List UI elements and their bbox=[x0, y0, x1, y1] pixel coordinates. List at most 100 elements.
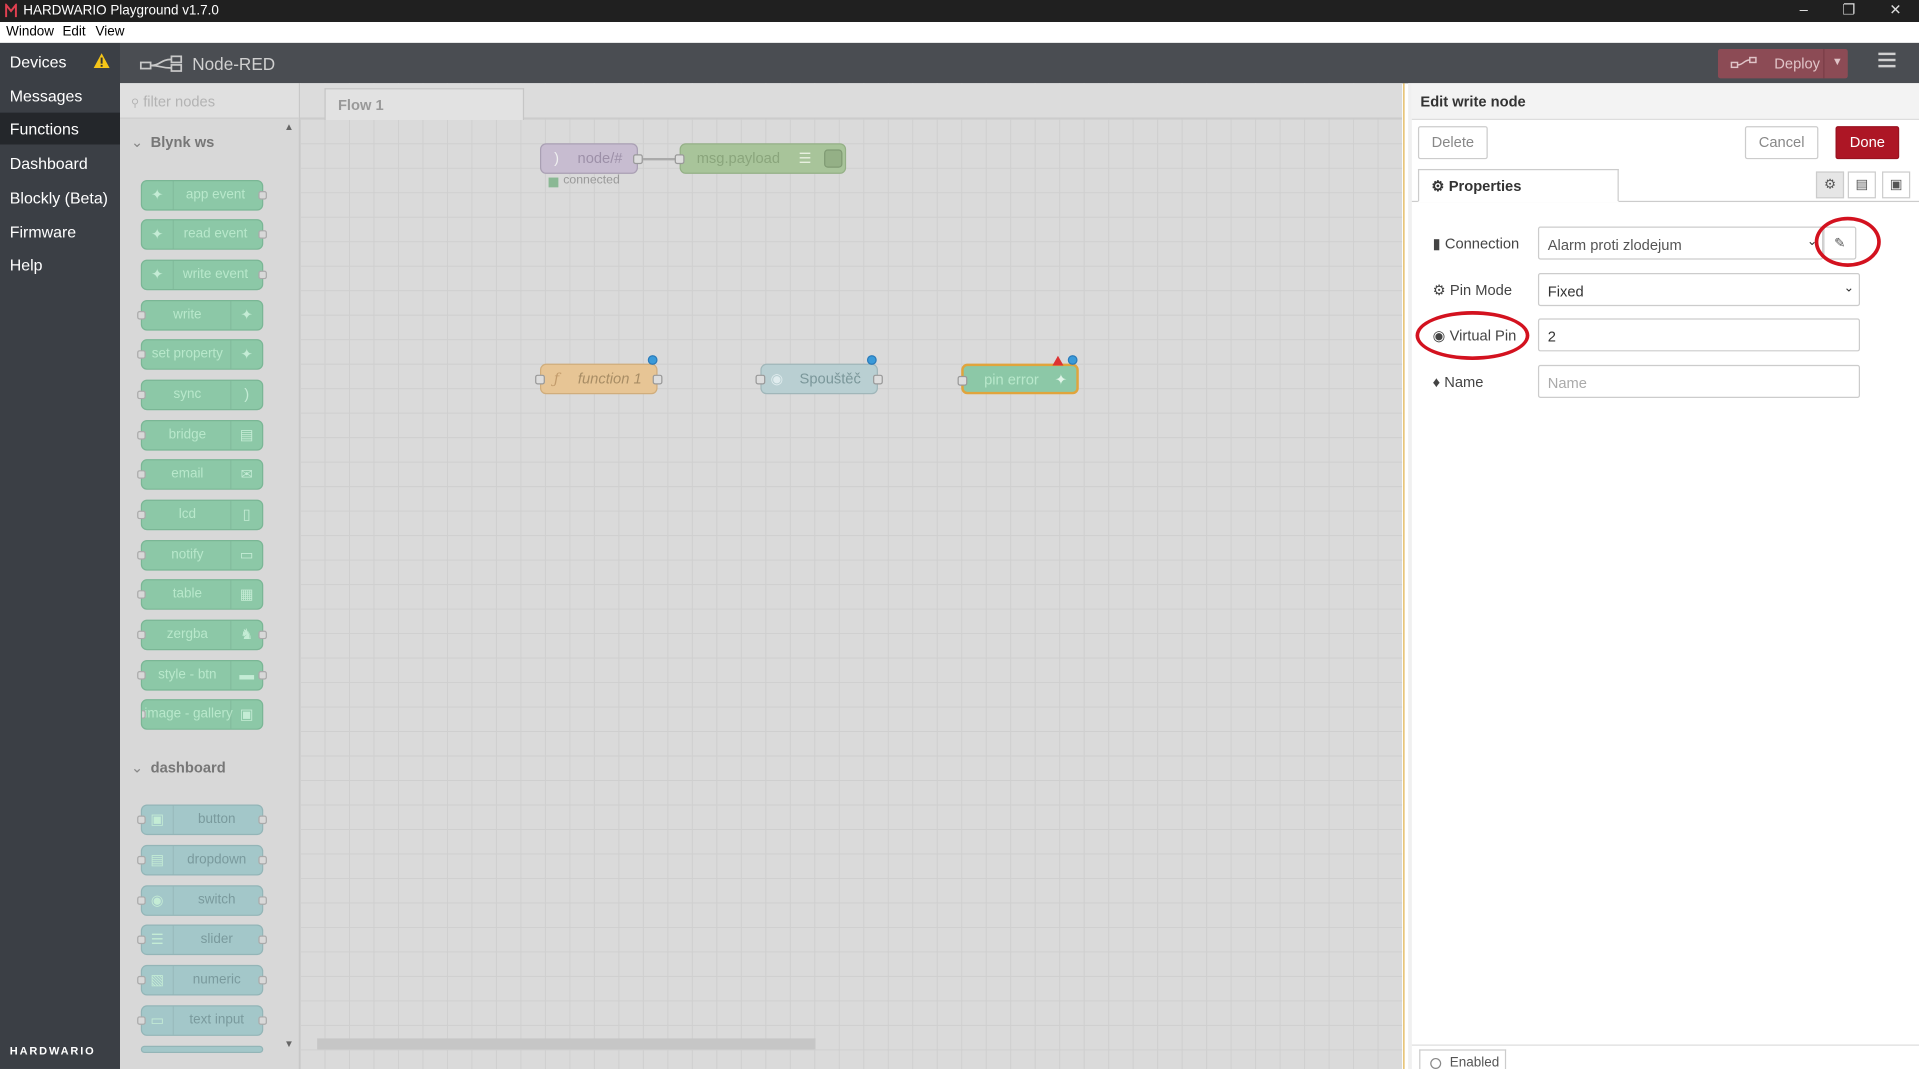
nav-help[interactable]: Help bbox=[0, 249, 120, 281]
palette-node[interactable]: write ✦ bbox=[137, 300, 264, 331]
deploy-button[interactable]: Deploy ▼ bbox=[1717, 48, 1848, 79]
palette-node[interactable]: set property ✦ bbox=[137, 339, 264, 370]
output-port[interactable] bbox=[258, 935, 267, 945]
deploy-dropdown-icon[interactable]: ▼ bbox=[1832, 55, 1843, 67]
nav-dashboard[interactable]: Dashboard bbox=[0, 147, 120, 179]
flow-node-trigger[interactable]: ◉ Spouštěč bbox=[755, 363, 883, 395]
menu-view[interactable]: View bbox=[96, 24, 125, 39]
warning-icon bbox=[93, 53, 110, 68]
input-port[interactable] bbox=[137, 470, 146, 479]
flow-node-write-selected[interactable]: pin error ✦ bbox=[957, 363, 1079, 395]
input-port[interactable] bbox=[957, 375, 968, 386]
output-port[interactable] bbox=[258, 1016, 267, 1025]
output-port[interactable] bbox=[258, 671, 267, 680]
virtual-pin-input[interactable]: 2 bbox=[1537, 318, 1861, 352]
nav-devices[interactable]: Devices bbox=[0, 45, 120, 77]
edit-panel-title: Edit write node bbox=[1411, 83, 1919, 121]
output-port[interactable] bbox=[258, 270, 267, 280]
nav-functions[interactable]: Functions bbox=[0, 112, 121, 145]
palette-node[interactable]: ✦ app event bbox=[140, 180, 267, 211]
output-port[interactable] bbox=[258, 230, 267, 239]
palette-filter-input[interactable]: ⚲ filter nodes bbox=[120, 83, 299, 119]
output-port[interactable] bbox=[652, 374, 663, 385]
palette-category-dashboard[interactable]: ⌄ dashboard bbox=[120, 753, 291, 782]
flow-workspace[interactable]: Flow 1 ) node/# connected msg.payload ☰ … bbox=[300, 83, 1403, 1069]
palette-node[interactable]: ✦ write event bbox=[140, 259, 267, 291]
flow-node-function[interactable]: ƒ function 1 bbox=[535, 363, 663, 395]
menu-edit[interactable]: Edit bbox=[62, 24, 85, 39]
settings-tab-icon[interactable]: ⚙ bbox=[1815, 171, 1845, 199]
palette-node[interactable] bbox=[140, 1045, 264, 1054]
palette-node[interactable]: email ✉ bbox=[137, 459, 264, 490]
palette-node[interactable]: ◉ switch bbox=[137, 885, 267, 916]
palette-node[interactable]: ▧ numeric bbox=[137, 964, 267, 996]
palette-node[interactable]: ▣ button bbox=[137, 804, 267, 836]
flow-node-debug[interactable]: msg.payload ☰ bbox=[674, 143, 847, 174]
input-port[interactable] bbox=[137, 510, 146, 520]
palette-node-label: bridge bbox=[168, 427, 207, 443]
palette-node[interactable]: sync) bbox=[137, 379, 264, 411]
palette-node[interactable]: ✦ read event bbox=[140, 219, 267, 250]
output-port[interactable] bbox=[258, 896, 267, 905]
palette-node[interactable]: ▤ dropdown bbox=[137, 844, 267, 876]
output-port[interactable] bbox=[258, 815, 267, 825]
nav-firmware[interactable]: Firmware bbox=[0, 216, 120, 248]
output-port[interactable] bbox=[258, 855, 267, 865]
input-port[interactable] bbox=[137, 390, 146, 400]
enabled-toggle[interactable]: Enabled bbox=[1419, 1049, 1507, 1069]
palette-node[interactable]: bridge ▤ bbox=[137, 420, 264, 451]
input-port[interactable] bbox=[142, 710, 146, 719]
connection-select[interactable]: Alarm proti zlodejum ⌄ bbox=[1537, 226, 1824, 260]
input-port[interactable] bbox=[137, 630, 146, 640]
palette-category-blynk[interactable]: ⌄ Blynk ws bbox=[120, 127, 291, 156]
input-port[interactable] bbox=[137, 590, 146, 599]
nav-messages[interactable]: Messages bbox=[0, 80, 120, 112]
blynk-icon: ✦ bbox=[230, 340, 262, 369]
palette-node[interactable]: ▭ text input bbox=[137, 1005, 267, 1036]
input-port[interactable] bbox=[137, 431, 146, 440]
palette-node[interactable]: lcd ▯ bbox=[137, 499, 264, 531]
minimize-icon[interactable]: – bbox=[1782, 1, 1826, 21]
menu-window[interactable]: Window bbox=[6, 24, 54, 39]
workspace-scrollbar[interactable] bbox=[317, 1038, 816, 1050]
edit-panel-footer: Enabled bbox=[1411, 1044, 1919, 1069]
palette-node[interactable]: ☰ slider bbox=[137, 924, 267, 956]
main-menu-icon[interactable] bbox=[1878, 52, 1896, 70]
output-port[interactable] bbox=[258, 630, 267, 640]
tab-properties[interactable]: ⚙ Properties bbox=[1417, 168, 1619, 203]
input-port[interactable] bbox=[674, 154, 685, 165]
description-tab-icon[interactable]: ▤ bbox=[1847, 171, 1876, 199]
close-icon[interactable]: ✕ bbox=[1873, 1, 1917, 21]
changed-indicator-icon bbox=[1067, 355, 1078, 365]
nav-blockly[interactable]: Blockly (Beta) bbox=[0, 181, 120, 213]
palette-node[interactable]: zergba ♞ bbox=[137, 619, 267, 651]
debug-toggle-button[interactable] bbox=[824, 149, 843, 168]
palette-node[interactable]: notify ▭ bbox=[137, 540, 264, 571]
input-port[interactable] bbox=[137, 551, 146, 560]
output-port[interactable] bbox=[873, 374, 883, 385]
panel-divider[interactable] bbox=[1403, 83, 1405, 1069]
output-port[interactable] bbox=[258, 191, 267, 200]
palette-node[interactable]: style - btn ▬ bbox=[137, 660, 267, 691]
palette-node[interactable]: table ▦ bbox=[137, 579, 264, 610]
gear-icon: ⚙ bbox=[1431, 177, 1445, 195]
input-port[interactable] bbox=[137, 350, 146, 359]
appearance-tab-icon[interactable]: ▣ bbox=[1882, 171, 1911, 199]
deploy-label: Deploy bbox=[1774, 55, 1821, 73]
scroll-down-icon[interactable]: ▼ bbox=[284, 1038, 294, 1049]
name-input[interactable]: Name bbox=[1537, 364, 1861, 398]
cancel-button[interactable]: Cancel bbox=[1744, 126, 1819, 160]
delete-button[interactable]: Delete bbox=[1417, 126, 1488, 160]
flow-node-mqtt[interactable]: ) node/# bbox=[540, 143, 643, 174]
input-port[interactable] bbox=[137, 671, 146, 680]
done-button[interactable]: Done bbox=[1835, 126, 1900, 160]
palette-node[interactable]: image - gallery ▣ bbox=[140, 699, 264, 730]
tab-flow-1[interactable]: Flow 1 bbox=[324, 88, 525, 121]
flow-tabs: Flow 1 bbox=[300, 83, 1403, 121]
input-port[interactable] bbox=[137, 311, 146, 320]
changed-indicator-icon bbox=[647, 355, 658, 365]
output-port[interactable] bbox=[258, 975, 267, 985]
pin-mode-select[interactable]: Fixed ⌄ bbox=[1537, 273, 1861, 307]
output-port[interactable] bbox=[633, 154, 643, 165]
restore-icon[interactable]: ❐ bbox=[1827, 1, 1871, 21]
